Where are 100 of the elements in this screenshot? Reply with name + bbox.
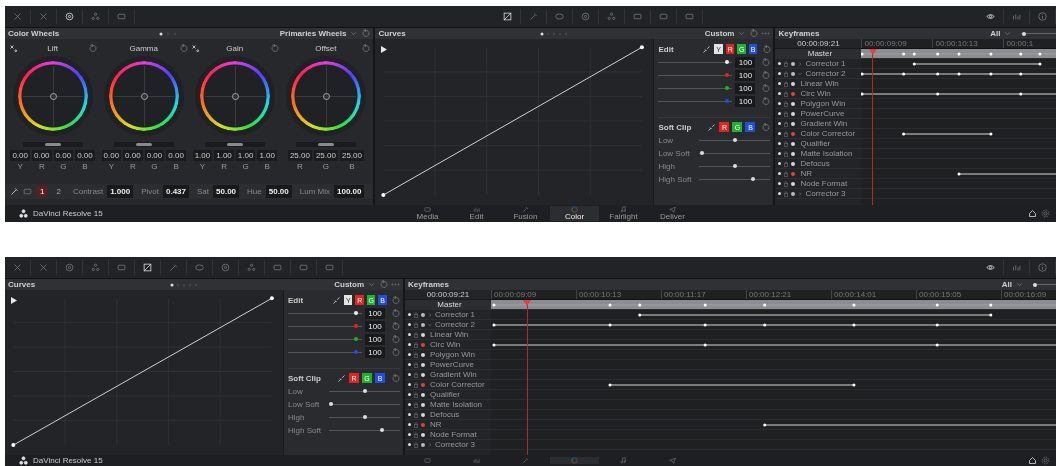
- status-dot[interactable]: [791, 181, 796, 186]
- slider-thumb[interactable]: [362, 389, 367, 393]
- dot-icon[interactable]: [408, 353, 411, 356]
- dot-icon[interactable]: [408, 433, 411, 436]
- slider-thumb[interactable]: [724, 60, 729, 64]
- dot-icon[interactable]: [408, 393, 411, 396]
- slider-thumb[interactable]: [732, 138, 737, 142]
- mode-dropdown[interactable]: Primaries Wheels: [279, 29, 347, 38]
- wheel-slider[interactable]: [204, 142, 265, 147]
- status-dot[interactable]: [791, 151, 796, 156]
- track-name[interactable]: Corrector 1: [805, 59, 846, 68]
- status-dot[interactable]: [421, 402, 425, 407]
- slider-thumb[interactable]: [380, 428, 385, 432]
- preset-dropdown[interactable]: Custom: [704, 29, 735, 38]
- dot-icon[interactable]: [408, 423, 411, 426]
- value-field[interactable]: 0.00: [53, 150, 74, 161]
- slider-thumb[interactable]: [724, 99, 729, 103]
- dot-icon[interactable]: [778, 82, 782, 85]
- value-field[interactable]: 25.00: [313, 150, 338, 161]
- track-name[interactable]: Node Format: [430, 430, 477, 439]
- value-field[interactable]: 0.00: [32, 150, 52, 161]
- status-dot[interactable]: [421, 322, 425, 327]
- status-dot[interactable]: [791, 131, 796, 136]
- track-name[interactable]: PowerCurve: [430, 360, 474, 369]
- slider-thumb[interactable]: [724, 86, 729, 90]
- status-dot[interactable]: [791, 71, 796, 76]
- status-dot[interactable]: [421, 382, 425, 387]
- value-field[interactable]: 25.00: [287, 150, 312, 161]
- slider-thumb[interactable]: [44, 143, 61, 146]
- track-name[interactable]: Defocus: [800, 159, 830, 168]
- slider-thumb[interactable]: [317, 143, 334, 146]
- track-name[interactable]: Polygon Win: [800, 99, 846, 108]
- slider-thumb[interactable]: [732, 164, 737, 168]
- value-field[interactable]: 100: [735, 56, 756, 68]
- track-name[interactable]: Matte Isolation: [430, 400, 483, 409]
- track-name[interactable]: Gradient Win: [800, 119, 848, 128]
- value-field[interactable]: 0.00: [75, 150, 95, 161]
- value-field[interactable]: 100: [365, 333, 385, 345]
- dot-icon[interactable]: [778, 192, 782, 195]
- wheel-slider[interactable]: [295, 142, 356, 147]
- track-name[interactable]: Corrector 1: [435, 310, 475, 319]
- dot-icon[interactable]: [778, 92, 782, 95]
- dot-icon[interactable]: [408, 363, 411, 366]
- track-name[interactable]: Color Corrector: [800, 129, 856, 138]
- slider-thumb[interactable]: [724, 73, 729, 77]
- value-field[interactable]: 25.00: [339, 150, 364, 161]
- page-button[interactable]: 2: [52, 186, 65, 197]
- track-name[interactable]: Corrector 2: [805, 69, 846, 78]
- track-name[interactable]: Node Format: [800, 179, 848, 188]
- dot-icon[interactable]: [408, 313, 411, 316]
- status-dot[interactable]: [421, 352, 425, 357]
- filter-dropdown[interactable]: All: [990, 29, 1001, 38]
- slider-thumb[interactable]: [354, 350, 359, 354]
- status-dot[interactable]: [421, 392, 425, 397]
- status-dot[interactable]: [791, 111, 796, 116]
- curve-point[interactable]: [269, 296, 274, 301]
- slider-thumb[interactable]: [329, 402, 334, 406]
- track-name[interactable]: PowerCurve: [800, 109, 845, 118]
- status-dot[interactable]: [791, 101, 796, 106]
- slider-thumb[interactable]: [354, 324, 359, 328]
- slider-thumb[interactable]: [135, 143, 152, 146]
- slider-thumb[interactable]: [354, 311, 359, 315]
- dot-icon[interactable]: [408, 383, 411, 386]
- status-dot[interactable]: [421, 432, 425, 437]
- track-name[interactable]: Matte Isolation: [800, 149, 853, 158]
- track-name[interactable]: Circ Win: [800, 89, 831, 98]
- play-icon[interactable]: [11, 297, 17, 304]
- dot-icon[interactable]: [778, 62, 782, 65]
- value-field[interactable]: 100: [735, 95, 756, 107]
- curve-point[interactable]: [11, 443, 16, 448]
- slider-thumb[interactable]: [226, 143, 243, 146]
- track-name[interactable]: NR: [800, 169, 813, 178]
- track-name[interactable]: Qualifier: [800, 139, 831, 148]
- dot-icon[interactable]: [408, 403, 411, 406]
- dot-icon[interactable]: [778, 72, 782, 75]
- page-tab[interactable]: Color: [550, 206, 599, 221]
- value-field[interactable]: 1.00: [214, 150, 234, 161]
- dot-icon[interactable]: [408, 343, 411, 346]
- status-dot[interactable]: [791, 161, 796, 166]
- dot-icon[interactable]: [408, 443, 411, 446]
- status-dot[interactable]: [421, 362, 425, 367]
- dot-icon[interactable]: [778, 132, 782, 135]
- value-field[interactable]: 100: [365, 307, 385, 319]
- status-dot[interactable]: [791, 141, 796, 146]
- filter-dropdown[interactable]: All: [1001, 280, 1012, 289]
- value-field[interactable]: 1.000: [107, 185, 134, 198]
- page-button[interactable]: 1: [36, 186, 49, 197]
- value-field[interactable]: 0.00: [101, 150, 122, 161]
- wheel-slider[interactable]: [22, 142, 83, 147]
- slider-thumb[interactable]: [354, 337, 359, 341]
- page-tab[interactable]: Edit: [452, 206, 501, 221]
- playhead-marker[interactable]: [872, 49, 874, 205]
- slider-thumb[interactable]: [362, 415, 367, 419]
- status-dot[interactable]: [421, 422, 425, 427]
- track-name[interactable]: Circ Win: [430, 340, 461, 349]
- slider-thumb[interactable]: [699, 151, 704, 155]
- slider-thumb[interactable]: [1033, 282, 1038, 287]
- track-name[interactable]: Corrector 3: [435, 440, 475, 449]
- value-field[interactable]: 50.00: [265, 185, 292, 198]
- status-dot[interactable]: [791, 171, 796, 176]
